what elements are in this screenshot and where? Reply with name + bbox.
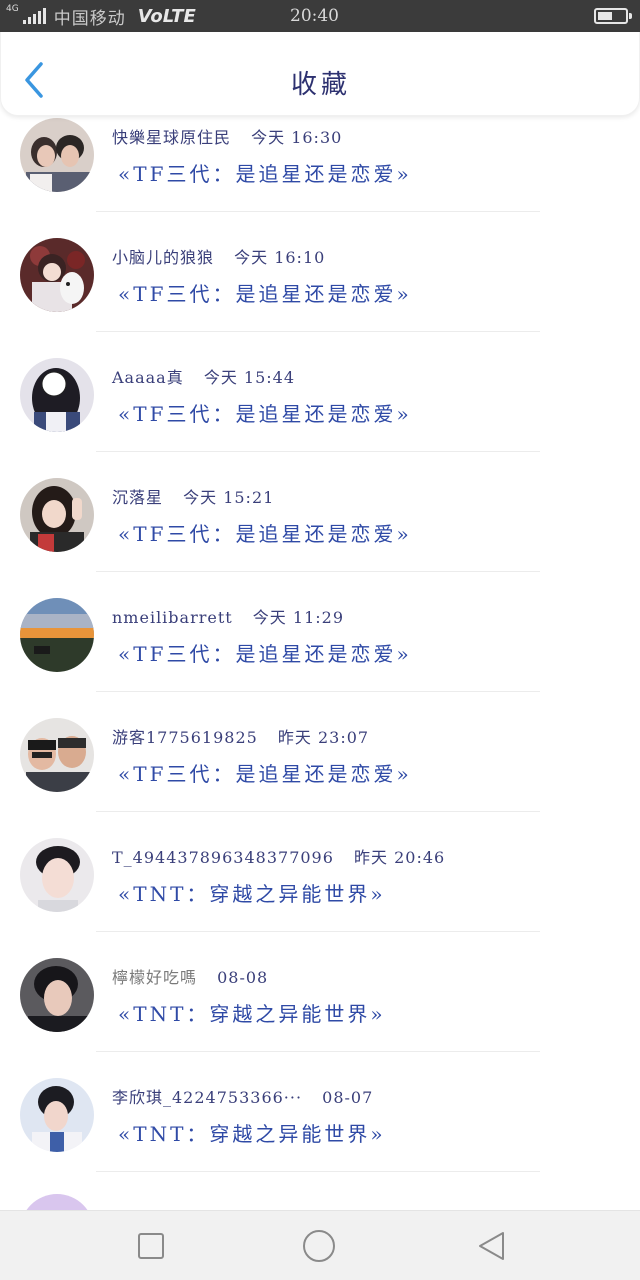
book-title[interactable]: «TF三代：是追星还是恋爱» bbox=[118, 638, 412, 667]
divider bbox=[96, 811, 540, 812]
list-item[interactable] bbox=[0, 1192, 640, 1210]
timestamp: 昨天 23:07 bbox=[277, 728, 370, 747]
signal-icon bbox=[22, 8, 46, 24]
item-meta: 快樂星球原住民 今天 16:30 bbox=[112, 124, 342, 148]
item-meta: 檸檬好吃嗎 08-08 bbox=[112, 964, 268, 988]
avatar[interactable] bbox=[20, 118, 94, 192]
avatar-image bbox=[20, 1194, 94, 1210]
item-meta: nmeilibarrett 今天 11:29 bbox=[112, 604, 344, 628]
header: 收藏 bbox=[0, 32, 640, 116]
network-type: 4G bbox=[6, 4, 19, 14]
book-title[interactable]: «TNT：穿越之异能世界» bbox=[118, 998, 386, 1027]
divider bbox=[96, 331, 540, 332]
list-item[interactable]: 小脑儿的狼狼 今天 16:10 «TF三代：是追星还是恋爱» bbox=[0, 236, 640, 356]
avatar[interactable] bbox=[20, 238, 94, 312]
list-item[interactable]: 快樂星球原住民 今天 16:30 «TF三代：是追星还是恋爱» bbox=[0, 116, 640, 236]
user-name[interactable]: Aaaaa真 bbox=[112, 368, 184, 387]
avatar-image bbox=[20, 118, 94, 192]
user-name[interactable]: 游客1775619825 bbox=[112, 728, 258, 747]
timestamp: 今天 15:44 bbox=[203, 368, 296, 387]
avatar[interactable] bbox=[20, 1194, 94, 1210]
back-nav-button[interactable] bbox=[474, 1229, 508, 1263]
user-name[interactable]: 小脑儿的狼狼 bbox=[112, 248, 214, 267]
book-title[interactable]: «TF三代：是追星还是恋爱» bbox=[118, 518, 412, 547]
list-item[interactable]: T_4944378963483770​96 昨天 20:46 «TNT：穿越之异… bbox=[0, 836, 640, 956]
divider bbox=[96, 451, 540, 452]
status-bar: 4G 中国移动 VoLTE 20:40 bbox=[0, 0, 640, 32]
item-meta: T_4944378963483770​96 昨天 20:46 bbox=[112, 844, 445, 868]
user-name[interactable]: T_4944378963483770​96 bbox=[112, 848, 334, 867]
timestamp: 今天 16:30 bbox=[251, 128, 343, 147]
circle-icon bbox=[303, 1230, 335, 1262]
item-meta: 小脑儿的狼狼 今天 16:10 bbox=[112, 244, 325, 268]
volte-label: VoLTE bbox=[137, 5, 196, 27]
avatar[interactable] bbox=[20, 958, 94, 1032]
triangle-back-icon bbox=[479, 1232, 504, 1260]
avatar[interactable] bbox=[20, 478, 94, 552]
avatar-image bbox=[20, 598, 94, 672]
home-button[interactable] bbox=[302, 1229, 336, 1263]
item-meta: 李欣琪_4224753366··· 08-07 bbox=[112, 1084, 373, 1108]
divider bbox=[96, 571, 540, 572]
battery-icon bbox=[594, 8, 628, 24]
divider bbox=[96, 1051, 540, 1052]
avatar[interactable] bbox=[20, 838, 94, 912]
avatar-image bbox=[20, 238, 94, 312]
list-item[interactable]: 沉落星 今天 15:21 «TF三代：是追星还是恋爱» bbox=[0, 476, 640, 596]
item-meta: 沉落星 今天 15:21 bbox=[112, 484, 274, 508]
timestamp: 今天 16:10 bbox=[234, 248, 326, 267]
avatar-image bbox=[20, 958, 94, 1032]
avatar-image bbox=[20, 838, 94, 912]
book-title[interactable]: «TF三代：是追星还是恋爱» bbox=[118, 758, 412, 787]
book-title[interactable]: «TNT：穿越之异能世界» bbox=[118, 1118, 386, 1147]
clock: 20:40 bbox=[290, 6, 339, 26]
timestamp: 今天 15:21 bbox=[183, 488, 275, 507]
user-name[interactable]: nmeilibarrett bbox=[112, 608, 233, 627]
book-title[interactable]: «TNT：穿越之异能世界» bbox=[118, 878, 386, 907]
book-title[interactable]: «TF三代：是追星还是恋爱» bbox=[118, 398, 412, 427]
battery-tip bbox=[629, 13, 632, 19]
avatar-image bbox=[20, 718, 94, 792]
favorites-list: 快樂星球原住民 今天 16:30 «TF三代：是追星还是恋爱» 小脑儿的狼狼 今… bbox=[0, 116, 640, 1210]
timestamp: 今天 11:29 bbox=[252, 608, 344, 627]
user-name[interactable]: 檸檬好吃嗎 bbox=[112, 968, 197, 987]
list-item[interactable]: 李欣琪_4224753366··· 08-07 «TNT：穿越之异能世界» bbox=[0, 1076, 640, 1196]
divider bbox=[96, 691, 540, 692]
battery-level bbox=[598, 12, 612, 20]
avatar[interactable] bbox=[20, 358, 94, 432]
list-item[interactable]: Aaaaa真 今天 15:44 «TF三代：是追星还是恋爱» bbox=[0, 356, 640, 476]
page-title: 收藏 bbox=[290, 70, 351, 100]
recents-button[interactable] bbox=[134, 1229, 168, 1263]
list-item[interactable]: nmeilibarrett 今天 11:29 «TF三代：是追星还是恋爱» bbox=[0, 596, 640, 716]
user-name[interactable]: 李欣琪_4224753366··· bbox=[112, 1088, 302, 1107]
timestamp: 08-08 bbox=[217, 968, 269, 987]
status-left: 4G 中国移动 VoLTE bbox=[6, 4, 196, 29]
book-title[interactable]: «TF三代：是追星还是恋爱» bbox=[118, 278, 412, 307]
item-meta: 游客1775619825 昨天 23:07 bbox=[112, 724, 369, 748]
list-item[interactable]: 檸檬好吃嗎 08-08 «TNT：穿越之异能世界» bbox=[0, 956, 640, 1076]
user-name[interactable]: 沉落星 bbox=[112, 488, 163, 507]
divider bbox=[96, 1171, 540, 1172]
avatar[interactable] bbox=[20, 598, 94, 672]
avatar[interactable] bbox=[20, 1078, 94, 1152]
avatar-image bbox=[20, 478, 94, 552]
square-icon bbox=[138, 1233, 164, 1259]
book-title[interactable]: «TF三代：是追星还是恋爱» bbox=[118, 158, 412, 187]
avatar-image bbox=[20, 358, 94, 432]
carrier-name: 中国移动 bbox=[53, 8, 126, 29]
timestamp: 昨天 20:46 bbox=[354, 848, 446, 867]
avatar-image bbox=[20, 1078, 94, 1152]
item-meta: Aaaaa真 今天 15:44 bbox=[112, 364, 295, 388]
timestamp: 08-07 bbox=[322, 1088, 374, 1107]
navigation-bar bbox=[0, 1210, 640, 1280]
user-name[interactable]: 快樂星球原住民 bbox=[112, 128, 231, 147]
list-item[interactable]: 游客1775619825 昨天 23:07 «TF三代：是追星还是恋爱» bbox=[0, 716, 640, 836]
divider bbox=[96, 211, 540, 212]
avatar[interactable] bbox=[20, 718, 94, 792]
divider bbox=[96, 931, 540, 932]
